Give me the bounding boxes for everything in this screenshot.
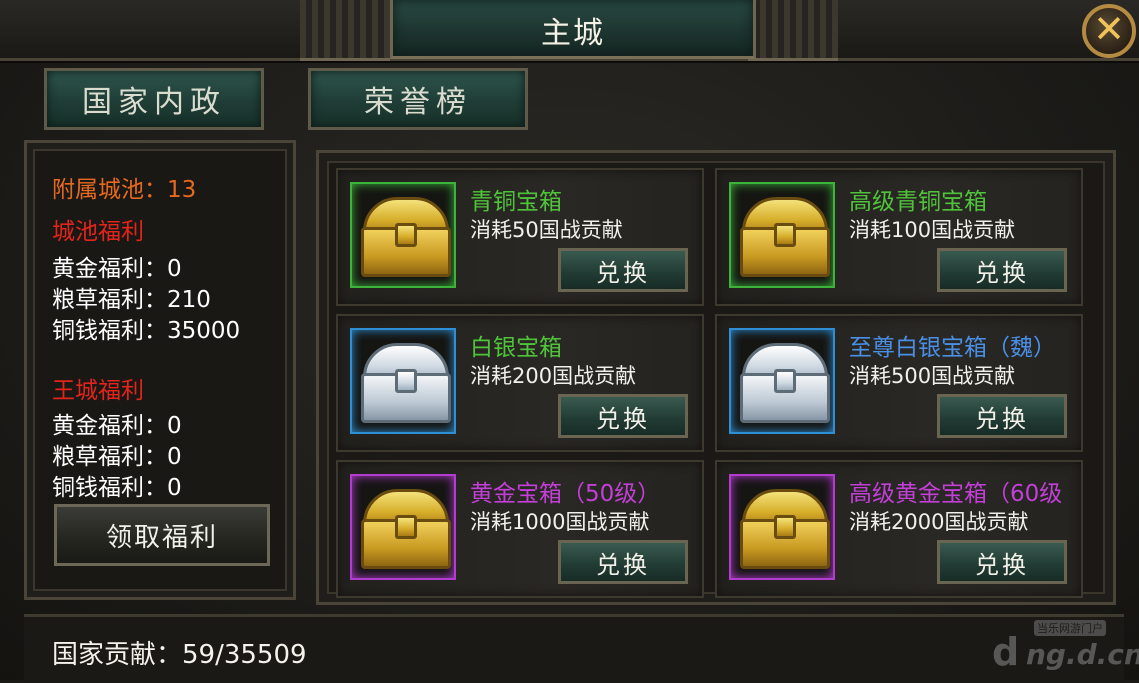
exchange-item-card: 青铜宝箱消耗50国战贡献兑换 [336, 168, 704, 306]
exchange-item-card: 黄金宝箱（50级） 消耗1000国战贡献兑换 [336, 460, 704, 598]
chest-cost: 消耗1000国战贡献 [470, 510, 650, 534]
watermark-logo: d [992, 630, 1020, 674]
exchange-item-card: 至尊白银宝箱（魏） 消耗500国战贡献兑换 [715, 314, 1083, 452]
city-grain-welfare: 粮草福利：210 [52, 287, 211, 313]
treasure-chest-icon [738, 489, 830, 569]
treasure-chest-icon [359, 343, 451, 423]
ornament-right [748, 0, 838, 61]
exchange-button[interactable]: 兑换 [558, 248, 688, 292]
chest-cost: 消耗200国战贡献 [470, 364, 637, 388]
chest-icon-frame [729, 474, 835, 580]
chest-name: 高级青铜宝箱 [849, 189, 987, 215]
chest-name: 白银宝箱 [470, 335, 562, 361]
exchange-button[interactable]: 兑换 [558, 394, 688, 438]
treasure-chest-icon [738, 197, 830, 277]
attached-cities-count: 附属城池：13 [52, 177, 197, 203]
treasure-chest-icon [359, 489, 451, 569]
chest-name: 青铜宝箱 [470, 189, 562, 215]
royal-welfare-heading: 王城福利 [52, 378, 144, 404]
chest-icon-frame [350, 182, 456, 288]
exchange-item-card: 高级青铜宝箱消耗100国战贡献兑换 [715, 168, 1083, 306]
national-contribution: 国家贡献：59/35509 [52, 640, 307, 670]
window-title: 主城 [541, 16, 605, 51]
exchange-item-card: 高级黄金宝箱（60级 消耗2000国战贡献兑换 [715, 460, 1083, 598]
chest-cost: 消耗50国战贡献 [470, 218, 623, 242]
treasure-chest-icon [738, 343, 830, 423]
chest-icon-frame [350, 328, 456, 434]
city-copper-welfare: 铜钱福利：35000 [52, 318, 241, 344]
chest-icon-frame [350, 474, 456, 580]
royal-gold-welfare: 黄金福利：0 [52, 413, 182, 439]
watermark: d 当乐网游门户 ng.d.cn [990, 616, 1139, 676]
chest-cost: 消耗2000国战贡献 [849, 510, 1029, 534]
chest-name: 高级黄金宝箱（60级 [849, 481, 1063, 507]
chest-cost: 消耗100国战贡献 [849, 218, 1016, 242]
tab-honor-list[interactable]: 荣誉榜 [308, 68, 528, 130]
watermark-caption: 当乐网游门户 [1034, 620, 1106, 636]
royal-copper-welfare: 铜钱福利：0 [52, 475, 182, 501]
claim-welfare-button[interactable]: 领取福利 [54, 504, 270, 566]
royal-grain-welfare: 粮草福利：0 [52, 444, 182, 470]
chest-icon-frame [729, 182, 835, 288]
chest-icon-frame [729, 328, 835, 434]
exchange-button[interactable]: 兑换 [937, 394, 1067, 438]
chest-cost: 消耗500国战贡献 [849, 364, 1016, 388]
exchange-button[interactable]: 兑换 [937, 540, 1067, 584]
exchange-button[interactable]: 兑换 [558, 540, 688, 584]
treasure-chest-icon [359, 197, 451, 277]
close-button[interactable]: ✕ [1082, 4, 1136, 58]
chest-name: 黄金宝箱（50级） [470, 481, 661, 507]
city-gold-welfare: 黄金福利：0 [52, 256, 182, 282]
city-welfare-heading: 城池福利 [52, 219, 144, 245]
tab-state-affairs[interactable]: 国家内政 [44, 68, 264, 130]
watermark-url: ng.d.cn [1026, 638, 1139, 671]
ornament-left [300, 0, 390, 61]
close-icon: ✕ [1093, 7, 1125, 51]
exchange-item-card: 白银宝箱消耗200国战贡献兑换 [336, 314, 704, 452]
chest-name: 至尊白银宝箱（魏） [849, 335, 1056, 361]
exchange-button[interactable]: 兑换 [937, 248, 1067, 292]
